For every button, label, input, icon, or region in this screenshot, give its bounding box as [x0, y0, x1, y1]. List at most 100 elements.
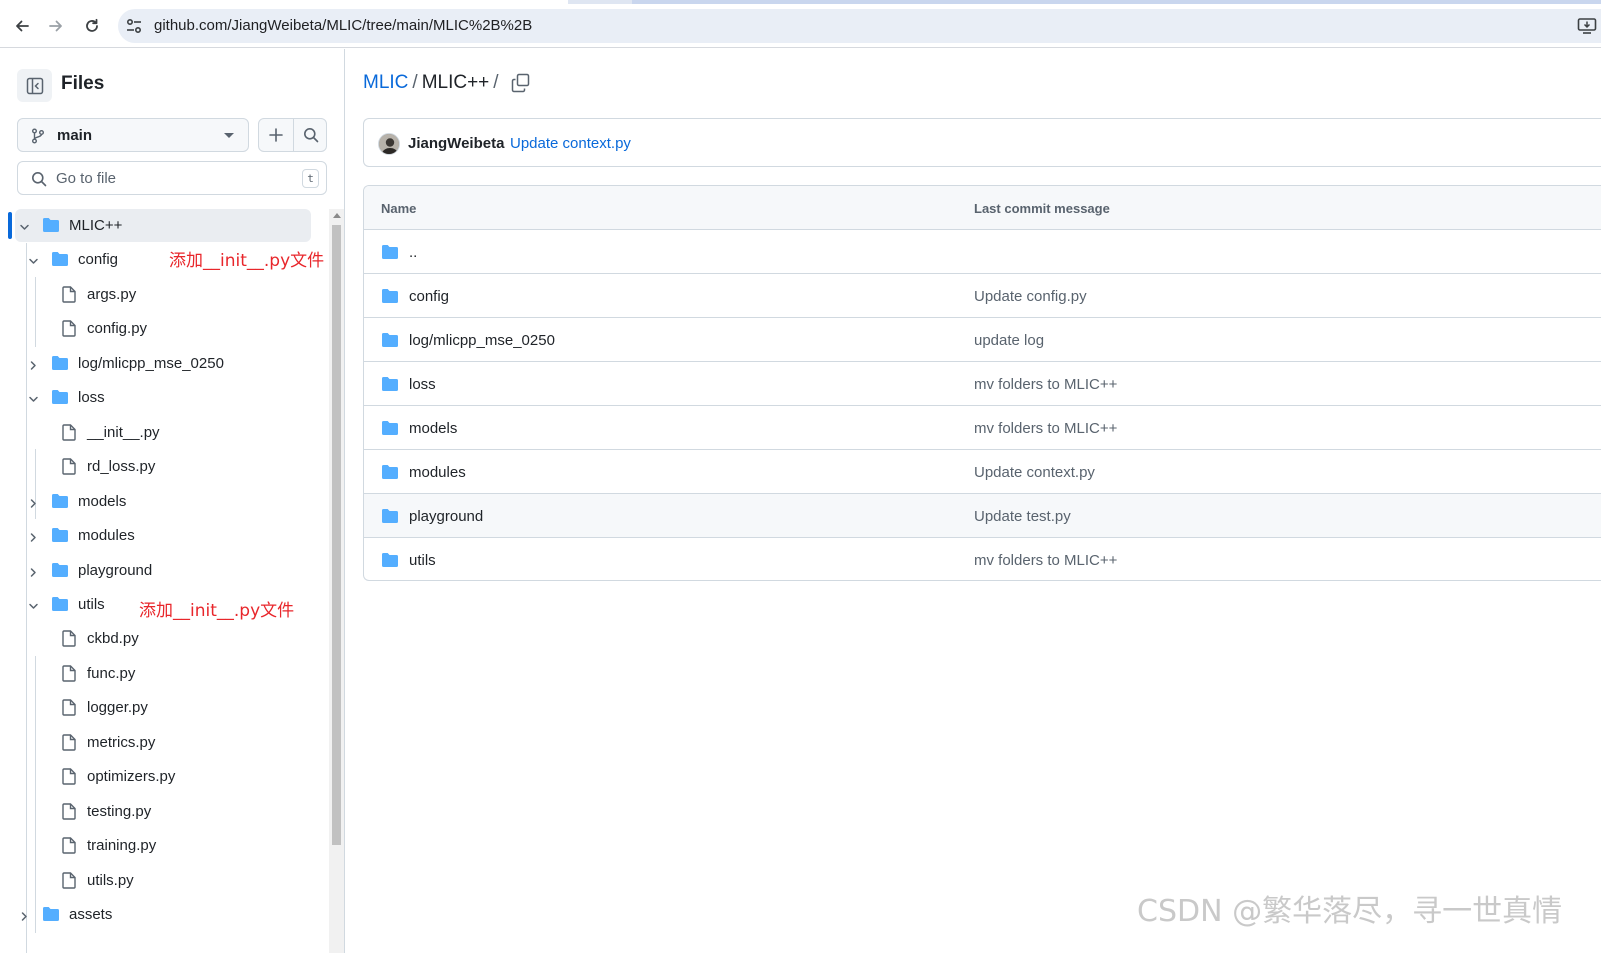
- parent-directory-link[interactable]: ..: [409, 244, 417, 261]
- chevron-right-icon[interactable]: [19, 909, 30, 921]
- last-commit-message-link[interactable]: Update test.py: [974, 508, 1071, 525]
- tree-scrollbar-thumb[interactable]: [332, 225, 341, 845]
- add-file-button[interactable]: [259, 119, 293, 151]
- install-app-icon[interactable]: [1577, 17, 1597, 35]
- copy-path-icon[interactable]: [511, 73, 531, 93]
- chevron-down-icon[interactable]: [28, 599, 39, 610]
- branch-selector[interactable]: main: [17, 118, 249, 152]
- folder-name-link[interactable]: config: [409, 288, 449, 305]
- reload-icon: [86, 18, 98, 32]
- tree-item-rd-loss-py[interactable]: rd_loss.py: [0, 450, 328, 483]
- folder-icon: [381, 464, 399, 485]
- table-row[interactable]: utils mv folders to MLIC++: [364, 538, 1601, 580]
- commit-message-link[interactable]: Update context.py: [510, 135, 631, 152]
- last-commit-message-link[interactable]: Update config.py: [974, 288, 1087, 305]
- tree-item-metrics-py[interactable]: metrics.py: [0, 726, 328, 759]
- breadcrumb-separator: /: [412, 72, 418, 93]
- file-icon: [62, 286, 76, 308]
- scroll-up-arrow-icon[interactable]: [333, 213, 341, 218]
- tree-item-modules[interactable]: modules: [0, 519, 328, 552]
- tree-item-config-py[interactable]: config.py: [0, 312, 328, 345]
- go-to-file-input[interactable]: [56, 168, 276, 188]
- tree-item-log-mlicpp-mse-0250[interactable]: log/mlicpp_mse_0250: [0, 347, 328, 380]
- tree-item-assets[interactable]: assets: [0, 898, 328, 931]
- folder-name-link[interactable]: playground: [409, 508, 483, 525]
- tree-item-func-py[interactable]: func.py: [0, 657, 328, 690]
- forward-button[interactable]: [44, 14, 68, 38]
- table-row[interactable]: loss mv folders to MLIC++: [364, 362, 1601, 406]
- file-icon: [62, 699, 76, 721]
- file-icon: [62, 630, 76, 652]
- tree-item-label: optimizers.py: [87, 768, 176, 786]
- plus-icon: [269, 128, 283, 142]
- chevron-down-icon[interactable]: [28, 392, 39, 403]
- tree-item-mlic[interactable]: MLIC++: [0, 209, 328, 242]
- file-icon: [62, 734, 76, 756]
- active-item-marker: [8, 212, 12, 239]
- table-row[interactable]: models mv folders to MLIC++: [364, 406, 1601, 450]
- chevron-right-icon[interactable]: [28, 530, 39, 542]
- tree-item-ckbd-py[interactable]: ckbd.py: [0, 622, 328, 655]
- annotation-note: 添加__init__.py文件: [139, 601, 295, 621]
- chevron-right-icon[interactable]: [28, 358, 39, 370]
- chevron-down-icon[interactable]: [19, 220, 30, 231]
- table-header: Name Last commit message: [364, 186, 1601, 230]
- folder-icon: [42, 906, 60, 927]
- tree-item-loss[interactable]: loss: [0, 381, 328, 414]
- table-row[interactable]: ..: [364, 230, 1601, 274]
- git-branch-icon: [32, 128, 44, 144]
- sidebar-title: Files: [61, 73, 105, 94]
- tree-item-label: args.py: [87, 285, 137, 303]
- tree-item-label: utils.py: [87, 871, 134, 889]
- folder-icon: [51, 596, 69, 617]
- avatar[interactable]: [378, 133, 400, 155]
- search-code-button[interactable]: [294, 119, 328, 151]
- chevron-right-icon[interactable]: [28, 496, 39, 508]
- address-bar[interactable]: github.com/JiangWeibeta/MLIC/tree/main/M…: [118, 9, 1601, 43]
- last-commit-message-link[interactable]: update log: [974, 332, 1044, 349]
- keyboard-shortcut-hint: t: [302, 169, 319, 188]
- tree-item-models[interactable]: models: [0, 485, 328, 518]
- reload-button[interactable]: [80, 14, 104, 38]
- chevron-right-icon[interactable]: [28, 565, 39, 577]
- folder-name-link[interactable]: models: [409, 420, 457, 437]
- tree-item-utils-py[interactable]: utils.py: [0, 864, 328, 897]
- folder-name-link[interactable]: modules: [409, 464, 466, 481]
- last-commit-message-link[interactable]: Update context.py: [974, 464, 1095, 481]
- table-row[interactable]: log/mlicpp_mse_0250 update log: [364, 318, 1601, 362]
- last-commit-message-link[interactable]: mv folders to MLIC++: [974, 376, 1117, 393]
- back-arrow-icon: [16, 20, 29, 32]
- tree-item-init-py[interactable]: __init__.py: [0, 416, 328, 449]
- table-row[interactable]: playground Update test.py: [364, 494, 1601, 538]
- collapse-sidebar-button[interactable]: [17, 69, 52, 102]
- breadcrumb-repo-link[interactable]: MLIC: [363, 72, 408, 93]
- table-row[interactable]: modules Update context.py: [364, 450, 1601, 494]
- go-to-file-field[interactable]: t: [17, 161, 327, 195]
- tree-item-optimizers-py[interactable]: optimizers.py: [0, 760, 328, 793]
- last-commit-message-link[interactable]: mv folders to MLIC++: [974, 420, 1117, 437]
- tree-item-label: logger.py: [87, 699, 148, 717]
- back-button[interactable]: [10, 14, 34, 38]
- folder-icon: [51, 562, 69, 583]
- tree-item-label: assets: [69, 906, 113, 923]
- tree-item-args-py[interactable]: args.py: [0, 278, 328, 311]
- last-commit-message-link[interactable]: mv folders to MLIC++: [974, 552, 1117, 569]
- folder-name-link[interactable]: utils: [409, 552, 436, 569]
- commit-author-link[interactable]: JiangWeibeta: [408, 135, 504, 152]
- chevron-down-icon[interactable]: [28, 254, 39, 265]
- tree-item-playground[interactable]: playground: [0, 554, 328, 587]
- folder-icon: [51, 251, 69, 272]
- folder-icon: [42, 217, 60, 238]
- tree-item-label: config.py: [87, 320, 148, 338]
- url-text[interactable]: github.com/JiangWeibeta/MLIC/tree/main/M…: [154, 17, 532, 34]
- tree-item-testing-py[interactable]: testing.py: [0, 795, 328, 828]
- directory-listing-table: Name Last commit message .. config Update …: [363, 185, 1601, 581]
- table-row[interactable]: config Update config.py: [364, 274, 1601, 318]
- tree-item-training-py[interactable]: training.py: [0, 829, 328, 862]
- folder-name-link[interactable]: log/mlicpp_mse_0250: [409, 332, 555, 349]
- folder-name-link[interactable]: loss: [409, 376, 436, 393]
- tree-actions: [258, 118, 327, 152]
- file-icon: [62, 837, 76, 859]
- tree-item-logger-py[interactable]: logger.py: [0, 691, 328, 724]
- site-settings-icon[interactable]: [125, 17, 143, 35]
